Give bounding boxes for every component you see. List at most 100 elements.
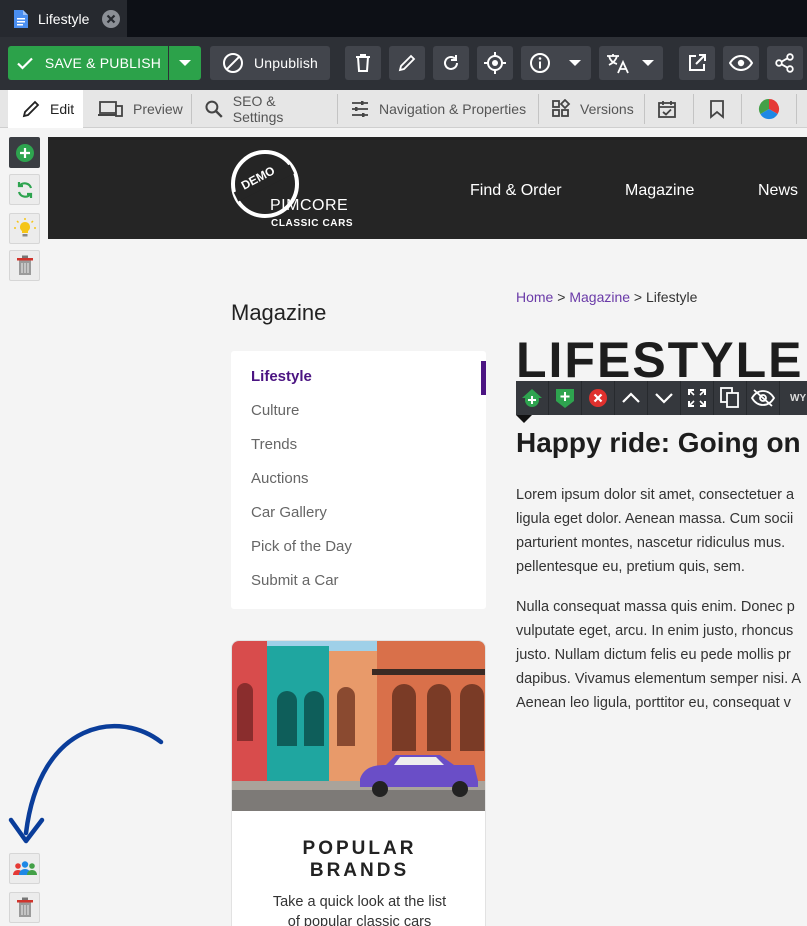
article-subheading[interactable]: Happy ride: Going on a — [516, 427, 807, 459]
tab-seo-settings[interactable]: SEO & Settings — [204, 90, 329, 128]
promo-title: POPULAR BRANDS — [232, 838, 485, 882]
annotation-arrow — [8, 723, 164, 844]
move-up-button[interactable] — [615, 381, 648, 415]
unpublish-button[interactable]: Unpublish — [210, 46, 330, 80]
sidebar-item-lifestyle[interactable]: Lifestyle — [251, 368, 312, 385]
breadcrumb-magazine[interactable]: Magazine — [569, 289, 630, 305]
target-icon — [484, 52, 506, 74]
save-publish-label: SAVE & PUBLISH — [44, 55, 162, 71]
document-icon — [13, 9, 29, 29]
document-tab[interactable]: Lifestyle — [0, 0, 127, 37]
save-publish-button[interactable]: SAVE & PUBLISH — [8, 46, 168, 80]
remove-block-button[interactable] — [582, 381, 615, 415]
divider — [796, 94, 797, 124]
promo-title-line: POPULAR — [302, 838, 417, 859]
nav-news[interactable]: News — [758, 182, 798, 200]
reload-button[interactable] — [433, 46, 469, 80]
document-tab-title: Lifestyle — [38, 10, 90, 27]
site-header: DEMO PIMCORE CLASSIC CARS Find & Order M… — [48, 137, 807, 239]
tab-workflow[interactable] — [758, 90, 780, 128]
sidebar-item-submit-a-car[interactable]: Submit a Car — [251, 572, 339, 589]
logo-brand-text: PIMCORE — [270, 197, 349, 214]
tab-bar: Lifestyle — [0, 0, 807, 37]
paragraph-line: Nulla consequat massa quis enim. Donec p — [516, 599, 795, 615]
reload-icon — [444, 55, 458, 70]
users-icon — [12, 860, 37, 875]
tab-bookmarks[interactable] — [709, 90, 729, 128]
info-menu-button[interactable] — [521, 46, 591, 80]
show-in-tree-button[interactable] — [477, 46, 513, 80]
paragraph-line: pellentesque eu, pretium quis, sem. — [516, 559, 745, 575]
hint-button[interactable] — [9, 213, 40, 244]
article-paragraph[interactable]: Lorem ipsum dolor sit amet, consectetuer… — [516, 483, 794, 579]
add-below-icon — [556, 389, 574, 408]
divider — [191, 94, 192, 124]
divider — [644, 94, 645, 124]
divider — [693, 94, 694, 124]
add-block-below-button[interactable] — [549, 381, 582, 415]
external-link-icon — [689, 54, 706, 71]
translate-button[interactable] — [599, 46, 663, 80]
paragraph-line: parturient montes, nascetur ridiculus mu… — [516, 535, 786, 551]
tab-versions[interactable]: Versions — [551, 90, 636, 128]
breadcrumb-separator: > — [553, 289, 570, 305]
divider — [337, 94, 338, 124]
lightbulb-icon — [13, 217, 36, 236]
share-icon — [775, 53, 794, 73]
editor-tabs: Edit Preview SEO & Settings Navigation &… — [0, 90, 807, 128]
popular-brands-card[interactable]: POPULAR BRANDS Take a quick look at the … — [231, 640, 486, 926]
sidebar-item-pick-of-the-day[interactable]: Pick of the Day — [251, 538, 352, 555]
caret-down-icon — [179, 60, 191, 66]
trash-button[interactable] — [9, 250, 40, 281]
share-button[interactable] — [767, 46, 803, 80]
add-element-button[interactable] — [9, 137, 40, 168]
move-down-button[interactable] — [648, 381, 681, 415]
user-group-button[interactable] — [9, 853, 40, 884]
trash-icon — [16, 255, 33, 275]
pencil-icon — [398, 54, 416, 72]
refresh-button[interactable] — [9, 174, 40, 205]
preview-button[interactable] — [723, 46, 759, 80]
wysiwyg-toggle[interactable]: WY — [780, 381, 807, 415]
open-in-new-window-button[interactable] — [679, 46, 715, 80]
caret-down-icon — [642, 60, 654, 66]
add-block-button[interactable] — [516, 381, 549, 415]
add-circle-icon — [15, 143, 34, 162]
site-logo[interactable]: DEMO PIMCORE CLASSIC CARS — [230, 149, 370, 229]
pencil-icon — [22, 100, 40, 118]
breadcrumb-home[interactable]: Home — [516, 289, 553, 305]
paragraph-line: vulputate eget, arcu. In enim justo, rho… — [516, 623, 794, 639]
tab-edit[interactable]: Edit — [8, 90, 83, 128]
rename-button[interactable] — [389, 46, 425, 80]
nav-magazine[interactable]: Magazine — [625, 182, 694, 200]
remove-icon — [589, 389, 607, 407]
close-tab-icon[interactable] — [102, 10, 120, 28]
trash-button[interactable] — [9, 892, 40, 923]
breadcrumb: Home > Magazine > Lifestyle — [516, 289, 697, 305]
active-indicator — [481, 361, 486, 395]
search-icon — [205, 100, 223, 118]
article-paragraph[interactable]: Nulla consequat massa quis enim. Donec p… — [516, 595, 801, 715]
tab-preview[interactable]: Preview — [98, 90, 186, 128]
chevron-down-icon — [655, 393, 673, 404]
sidebar-title: Magazine — [231, 300, 327, 325]
sidebar-item-car-gallery[interactable]: Car Gallery — [251, 504, 327, 521]
paragraph-line: Aenean leo ligula, porttitor eu, consequ… — [516, 695, 791, 711]
delete-button[interactable] — [345, 46, 381, 80]
expand-button[interactable] — [681, 381, 714, 415]
copy-block-button[interactable] — [714, 381, 747, 415]
save-options-dropdown[interactable] — [169, 46, 201, 80]
tab-navigation-properties[interactable]: Navigation & Properties — [350, 90, 530, 128]
sidebar-item-culture[interactable]: Culture — [251, 402, 299, 419]
trash-icon — [16, 897, 33, 917]
chevron-up-icon — [622, 392, 640, 403]
caret-down-icon — [569, 60, 581, 66]
tab-schedule[interactable] — [657, 90, 683, 128]
hide-block-button[interactable] — [747, 381, 780, 415]
sidebar-menu: Lifestyle Culture Trends Auctions Car Ga… — [231, 351, 486, 609]
sidebar-item-trends[interactable]: Trends — [251, 436, 297, 453]
main-toolbar: SAVE & PUBLISH Unpublish — [0, 37, 807, 90]
sidebar-item-auctions[interactable]: Auctions — [251, 470, 309, 487]
nav-find-order[interactable]: Find & Order — [470, 182, 562, 200]
tab-versions-label: Versions — [580, 101, 634, 117]
